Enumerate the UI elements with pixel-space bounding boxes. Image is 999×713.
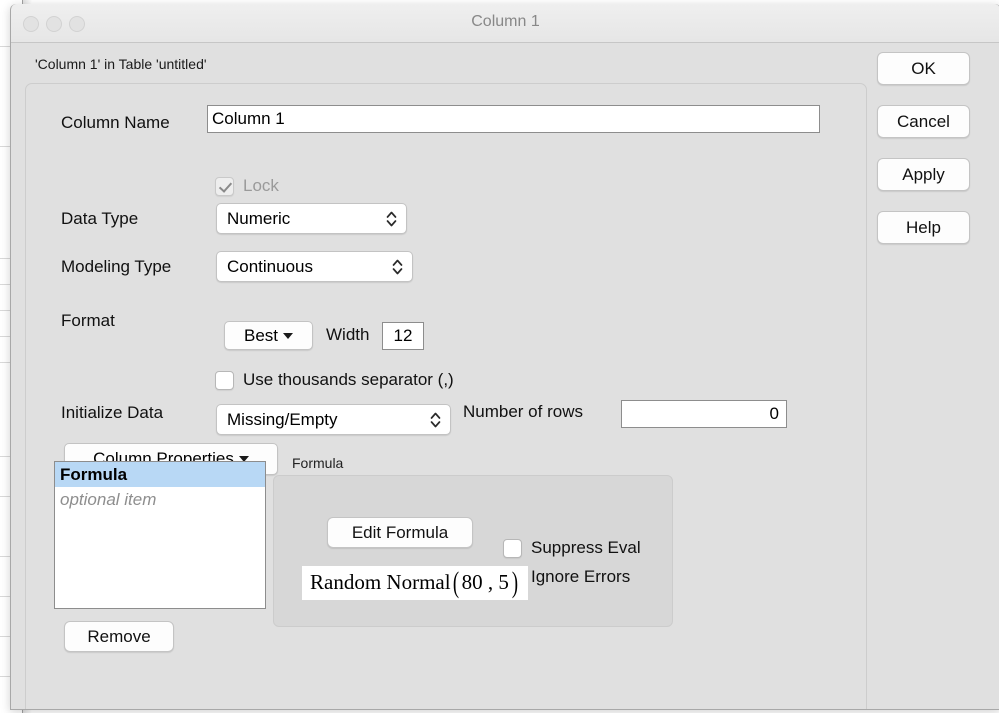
dialog-caption: 'Column 1' in Table 'untitled' xyxy=(35,56,207,72)
list-item-optional[interactable]: optional item xyxy=(55,487,265,512)
lock-checkbox[interactable]: Lock xyxy=(215,176,279,196)
width-input[interactable]: 12 xyxy=(382,322,424,350)
thousands-separator-checkbox[interactable]: Use thousands separator (,) xyxy=(215,370,454,390)
chevron-up-down-icon xyxy=(430,410,441,430)
initialize-data-label: Initialize Data xyxy=(61,403,164,422)
formula-arguments: 80 , 5 xyxy=(461,570,509,594)
column-name-input[interactable]: Column 1 xyxy=(207,105,820,133)
ignore-errors-label: Ignore Errors xyxy=(531,567,631,586)
chevron-up-down-icon xyxy=(386,209,397,229)
title-bar[interactable]: Column 1 xyxy=(11,4,999,43)
chevron-up-down-icon xyxy=(392,257,403,277)
modeling-type-select[interactable]: Continuous xyxy=(216,251,413,282)
suppress-eval-checkbox-box[interactable] xyxy=(503,538,522,558)
help-button[interactable]: Help xyxy=(877,211,970,244)
initialize-data-value: Missing/Empty xyxy=(227,409,338,429)
data-type-label: Data Type xyxy=(61,209,139,228)
apply-button[interactable]: Apply xyxy=(877,158,970,191)
ok-button[interactable]: OK xyxy=(877,52,970,85)
format-select[interactable]: Best xyxy=(224,321,313,350)
thousands-separator-checkbox-box[interactable] xyxy=(215,370,234,390)
data-type-value: Numeric xyxy=(227,208,291,228)
suppress-eval-label: Suppress Eval xyxy=(531,538,641,557)
dialog-body: 'Column 1' in Table 'untitled' Column Na… xyxy=(11,43,999,709)
formula-group-label: Formula xyxy=(292,455,344,471)
lock-checkbox-label: Lock xyxy=(243,176,279,195)
chevron-down-icon xyxy=(283,332,294,339)
list-item-formula[interactable]: Formula xyxy=(55,462,265,487)
lock-checkbox-box[interactable] xyxy=(215,176,234,196)
column-properties-list[interactable]: Formula optional item xyxy=(54,461,266,609)
suppress-eval-checkbox[interactable]: Suppress Eval xyxy=(503,538,641,558)
remove-button[interactable]: Remove xyxy=(64,621,174,652)
modeling-type-value: Continuous xyxy=(227,256,314,276)
window-title: Column 1 xyxy=(471,13,540,30)
formula-expression-display[interactable]: Random Normal ( 80 , 5 ) xyxy=(302,566,528,600)
modeling-type-label: Modeling Type xyxy=(61,257,172,276)
column-name-label: Column Name xyxy=(61,113,170,132)
format-label: Format xyxy=(61,311,115,330)
formula-close-paren: ) xyxy=(511,565,518,599)
column-info-dialog: Column 1 'Column 1' in Table 'untitled' … xyxy=(10,4,999,710)
number-of-rows-input[interactable]: 0 xyxy=(621,400,787,428)
cancel-button[interactable]: Cancel xyxy=(877,105,970,138)
formula-open-paren: ( xyxy=(452,565,459,599)
thousands-separator-label: Use thousands separator (,) xyxy=(243,370,454,389)
format-value: Best xyxy=(243,325,279,345)
formula-function-name: Random Normal xyxy=(310,570,451,594)
number-of-rows-label: Number of rows xyxy=(463,402,583,421)
data-type-select[interactable]: Numeric xyxy=(216,203,407,234)
initialize-data-select[interactable]: Missing/Empty xyxy=(216,404,451,435)
edit-formula-button[interactable]: Edit Formula xyxy=(327,517,473,548)
width-label: Width xyxy=(326,325,370,344)
